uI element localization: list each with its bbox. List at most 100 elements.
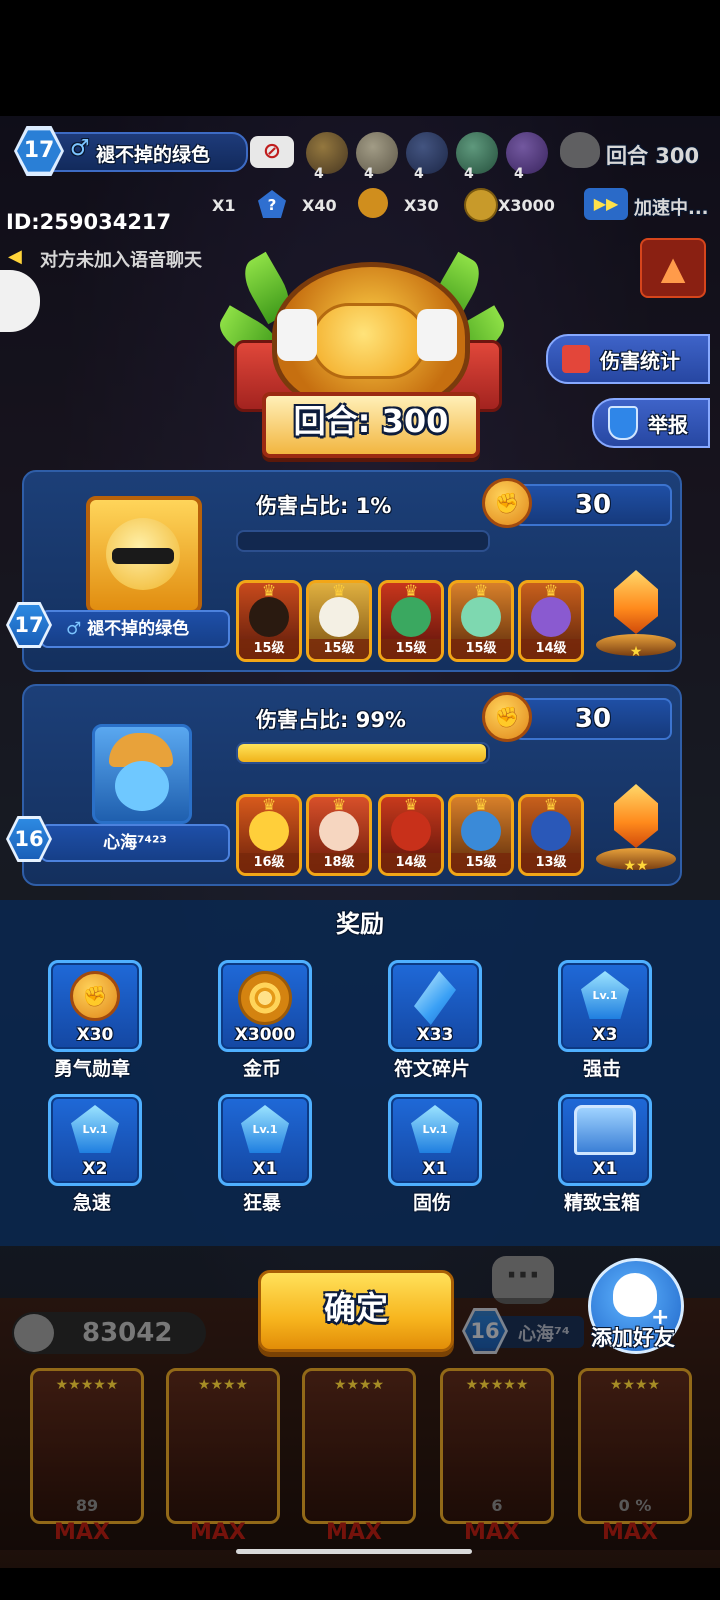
reward-name: 金币	[242, 1058, 281, 1080]
coin-icon	[238, 971, 292, 1025]
reward-tile[interactable]: Lv.1 X2	[48, 1094, 142, 1186]
hero-card[interactable]: ♛ 18级	[306, 794, 372, 876]
reward-tile[interactable]: ✊ X30	[48, 960, 142, 1052]
strike-rune-icon: Lv.1	[581, 971, 629, 1019]
chat-button[interactable]: ···	[492, 1256, 554, 1304]
reward-name: 急速	[72, 1192, 111, 1214]
rune-shard-icon	[414, 971, 456, 1025]
hero-portrait-icon	[319, 597, 359, 637]
hero-card[interactable]: ♛ 15级	[378, 580, 444, 662]
skull-icon	[560, 132, 600, 168]
report-button[interactable]: 举报	[592, 398, 710, 448]
hero-level: 15级	[451, 639, 511, 659]
damage-share-label: 伤害占比: 99%	[256, 708, 406, 732]
gender-icon: ♂	[66, 619, 82, 639]
player-avatar[interactable]	[92, 724, 192, 824]
reward-tile[interactable]: X3000	[218, 960, 312, 1052]
hero-level: 15级	[309, 639, 369, 659]
hero-portrait-icon	[531, 811, 571, 851]
hero-card[interactable]: ♛ 14级	[378, 794, 444, 876]
reward-qty: X3	[592, 1025, 618, 1045]
chest-icon	[574, 1105, 636, 1155]
coin-count: X3000	[498, 196, 555, 215]
medal-count-value: 30	[574, 704, 612, 734]
player-avatar[interactable]	[86, 496, 202, 614]
enemy-avatar-icon	[356, 132, 398, 174]
reward-tile[interactable]: Lv.1 X3	[558, 960, 652, 1052]
player-level: 17	[9, 605, 49, 645]
multiplier-text: X1	[212, 196, 236, 215]
reward-tile[interactable]: Lv.1 X1	[388, 1094, 482, 1186]
question-count: X40	[302, 196, 337, 215]
voice-status: 对方未加入语音聊天	[40, 250, 202, 271]
add-friend-label[interactable]: 添加好友	[580, 1322, 686, 1352]
damage-share-label: 伤害占比: 1%	[256, 494, 392, 518]
hero-level: 18级	[309, 853, 369, 873]
hero-level: 14级	[521, 639, 581, 659]
enemy-count: 4	[364, 166, 374, 182]
hero-card[interactable]: ♛ 15级	[306, 580, 372, 662]
coin-small-icon	[464, 188, 498, 222]
damage-share-bar	[236, 530, 490, 552]
speaker-icon: ◀	[8, 246, 22, 267]
hero-level: 13级	[521, 853, 581, 873]
player-name: 褪不掉的绿色	[87, 619, 190, 639]
hero-level: 15级	[239, 639, 299, 659]
medal-small-icon	[358, 188, 388, 218]
medal-icon: ✊	[482, 478, 532, 528]
up-arrow-button[interactable]: ▲	[640, 238, 706, 298]
player-level: 16	[9, 819, 49, 859]
medal-icon: ✊	[70, 971, 120, 1021]
hero-portrait-icon	[531, 597, 571, 637]
player-name-plate: 心海⁷⁴²³	[40, 824, 230, 862]
haste-rune-icon: Lv.1	[71, 1105, 119, 1153]
medal-count-box: 30	[514, 698, 672, 740]
stats-icon	[562, 345, 590, 373]
medal-count-box: 30	[514, 484, 672, 526]
avatar-face-icon	[115, 761, 169, 811]
hud-player-name: 褪不掉的绿色	[96, 144, 211, 166]
reward-name: 狂暴	[242, 1192, 281, 1214]
confirm-button[interactable]: 确定	[258, 1270, 454, 1352]
crystal-stars: ★	[629, 644, 643, 660]
hero-portrait-icon	[461, 811, 501, 851]
hero-portrait-icon	[391, 597, 431, 637]
reward-qty: X33	[416, 1025, 454, 1045]
hero-portrait-icon	[461, 597, 501, 637]
reward-qty: X2	[82, 1159, 108, 1179]
reward-tile[interactable]: X33	[388, 960, 482, 1052]
medal-icon: ✊	[482, 692, 532, 742]
reward-tile[interactable]: X1	[558, 1094, 652, 1186]
reward-name: 固伤	[412, 1192, 451, 1214]
hero-card[interactable]: ♛ 15级	[448, 794, 514, 876]
reward-qty: X3000	[234, 1025, 296, 1045]
mute-icon[interactable]: ⊘	[250, 136, 294, 168]
hero-card[interactable]: ♛ 15级	[448, 580, 514, 662]
speed-up-button[interactable]: ▶▶	[584, 188, 628, 220]
sunglasses-icon	[112, 548, 174, 564]
damage-stats-button[interactable]: 伤害统计	[546, 334, 710, 384]
reward-qty: X1	[252, 1159, 278, 1179]
player-name-plate: ♂ 褪不掉的绿色	[40, 610, 230, 648]
gender-icon: ♂	[70, 136, 90, 161]
round-plate: 回合: 300	[262, 392, 480, 458]
hero-card[interactable]: ♛ 14级	[518, 580, 584, 662]
home-indicator[interactable]	[236, 1549, 472, 1554]
hero-level: 15级	[381, 639, 441, 659]
medal-count: X30	[404, 196, 439, 215]
reward-name: 符文碎片	[393, 1058, 470, 1080]
fixed-damage-rune-icon: Lv.1	[411, 1105, 459, 1153]
report-label: 举报	[648, 412, 688, 437]
speed-label: 加速中...	[634, 198, 709, 219]
enemy-count: 4	[414, 166, 424, 182]
reward-tile[interactable]: Lv.1 X1	[218, 1094, 312, 1186]
hero-card[interactable]: ♛ 15级	[236, 580, 302, 662]
hero-card[interactable]: ♛ 13级	[518, 794, 584, 876]
hero-card[interactable]: ♛ 16级	[236, 794, 302, 876]
hero-portrait-icon	[391, 811, 431, 851]
round-result-text: 回合: 300	[293, 402, 449, 440]
medal-count-value: 30	[574, 490, 612, 520]
reward-name: 勇气勋章	[53, 1058, 130, 1080]
round-counter: 回合 300	[606, 144, 700, 168]
enemy-avatar-icon	[306, 132, 348, 174]
